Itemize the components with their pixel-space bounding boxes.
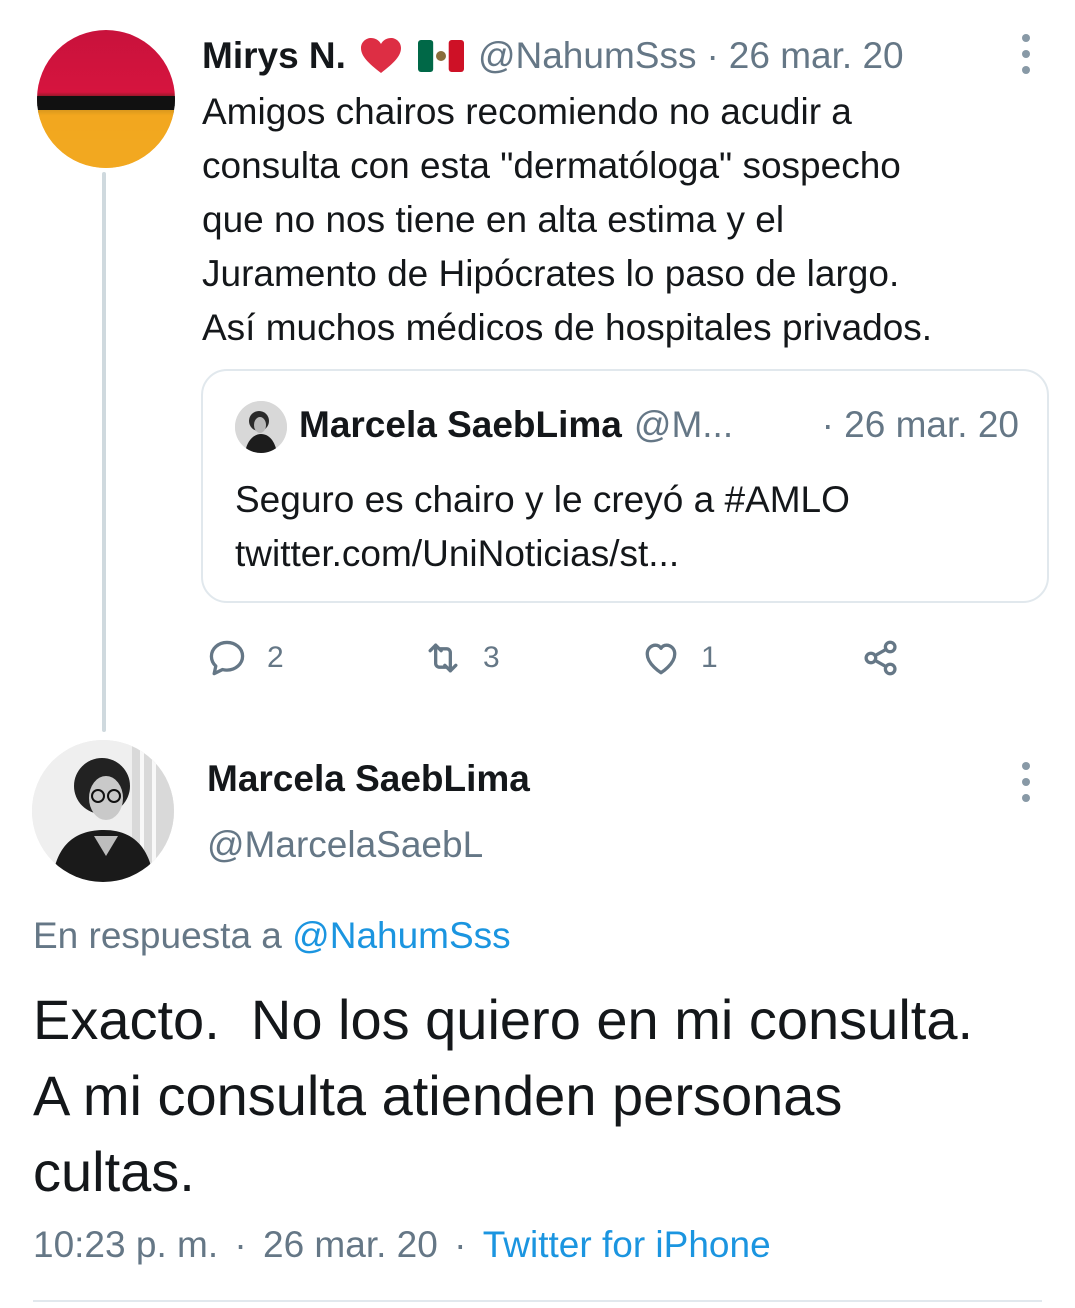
reply-mention-link[interactable]: @NahumSss [292, 915, 511, 956]
tweet-text-line: Así muchos médicos de hospitales privado… [202, 307, 933, 348]
tweet-date: 26 mar. 20 [263, 1224, 438, 1265]
tweet-text: Exacto. No los quiero en mi consulta. A … [33, 982, 1063, 1210]
tweet-text-line: Exacto. No los quiero en mi consulta. [33, 988, 974, 1051]
thread-connector [102, 172, 106, 732]
separator: · [234, 1224, 247, 1265]
mexico-flag-icon [417, 40, 464, 72]
red-heart-icon [360, 37, 402, 75]
share-icon [864, 640, 897, 676]
quoted-date: · 26 mar. 20 [821, 404, 1019, 445]
like-count: 1 [701, 641, 718, 674]
tweet-text-line: consulta con esta "dermatóloga" sospecho [202, 145, 901, 186]
author-name[interactable]: Marcela SaebLima [207, 758, 530, 800]
avatar-image [37, 96, 175, 168]
separator: · [706, 35, 719, 76]
quoted-text: Seguro es chairo y le creyó a #AMLO twit… [235, 473, 850, 581]
tweet-header: Mirys N. @NahumSss · 26 mar. 20 [202, 33, 904, 79]
author-handle[interactable]: @MarcelaSaebL [207, 824, 483, 866]
quoted-author-name: Marcela SaebLima [299, 404, 622, 445]
tweet-text-line: A mi consulta atienden personas [33, 1064, 843, 1127]
reply-button[interactable]: 2 [205, 630, 284, 686]
reply-prefix: En respuesta a [33, 915, 282, 956]
tweet-source-link[interactable]: Twitter for iPhone [483, 1224, 771, 1265]
retweet-count: 3 [483, 641, 500, 674]
reply-icon [209, 640, 245, 676]
action-bar: 2 3 1 [205, 630, 925, 686]
author-name[interactable]: Mirys N. [202, 35, 346, 77]
author-handle[interactable]: @NahumSss [478, 35, 697, 77]
like-button[interactable]: 1 [639, 630, 718, 686]
tweet-text: Amigos chairos recomiendo no acudir a co… [202, 85, 1052, 355]
separator: · [454, 1224, 467, 1265]
quoted-author-handle: @M... [633, 404, 734, 445]
tweet-time: 10:23 p. m. [33, 1224, 219, 1265]
divider [33, 1300, 1042, 1302]
quoted-link[interactable]: twitter.com/UniNoticias/st... [235, 527, 850, 581]
avatar[interactable] [37, 30, 175, 168]
share-button[interactable] [859, 630, 903, 686]
tweet-text-line: Amigos chairos recomiendo no acudir a [202, 91, 852, 132]
quoted-text-line: Seguro es chairo y le creyó a #AMLO [235, 479, 850, 520]
more-options-icon[interactable] [1021, 34, 1031, 74]
tweet-date[interactable]: 26 mar. 20 [729, 35, 904, 77]
avatar[interactable] [32, 740, 174, 882]
quoted-avatar [235, 401, 287, 453]
avatar-image [32, 740, 174, 882]
tweet-text-line: Juramento de Hipócrates lo paso de largo… [202, 253, 900, 294]
more-options-icon[interactable] [1021, 762, 1031, 802]
heart-icon [645, 643, 677, 675]
retweet-button[interactable]: 3 [421, 630, 500, 686]
tweet-text-line: que no nos tiene en alta estima y el [202, 199, 785, 240]
retweet-icon [428, 643, 458, 673]
reply-count: 2 [267, 641, 284, 674]
quoted-tweet-card[interactable]: Marcela SaebLima @M... · 26 mar. 20 Segu… [201, 369, 1049, 603]
quoted-header: Marcela SaebLima @M... · 26 mar. 20 [299, 401, 1019, 449]
reply-context: En respuesta a @NahumSss [33, 915, 511, 957]
tweet-meta: 10:23 p. m. · 26 mar. 20 · Twitter for i… [33, 1224, 771, 1266]
tweet-text-line: cultas. [33, 1140, 195, 1203]
